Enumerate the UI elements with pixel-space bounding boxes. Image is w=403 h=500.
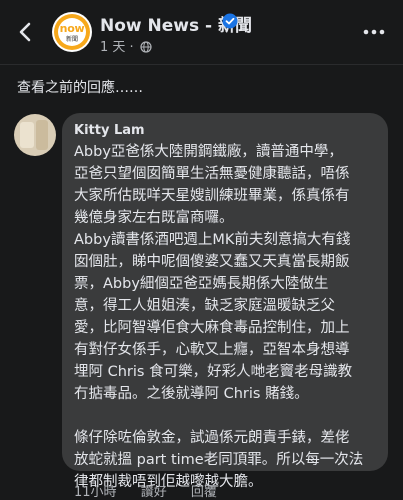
page-logo[interactable]: now 新聞 <box>52 12 92 52</box>
comment-bubble: Kitty Lam Abby亞爸係大陸開鋼鐵廠，讀普通中學， 亞爸只望個囡簡單生… <box>62 113 388 490</box>
comment-time: 11小時 <box>74 485 117 500</box>
comment-body: Abby亞爸係大陸開鋼鐵廠，讀普通中學， 亞爸只望個囡簡單生活無憂健康聽話，唔係… <box>74 141 378 493</box>
post-header: now 新聞 Now News - 新聞 1 天 · <box>0 0 403 64</box>
comment-paragraph: Abby讀書係酒吧週上MK前夫刻意搞大有錢 囡個肚，睇中呢個傻婆又蠢又天真當長期… <box>74 232 353 402</box>
reply-button[interactable]: 回覆 <box>191 485 217 500</box>
view-previous-comments-link[interactable]: 查看之前的回應…… <box>17 77 143 97</box>
post-time: 1 天 · <box>100 40 134 55</box>
verified-badge-icon <box>222 13 238 29</box>
comment-actions: 11小時 讚好 回覆 <box>74 481 237 500</box>
avatar[interactable] <box>14 114 56 156</box>
chevron-left-icon[interactable] <box>14 20 38 44</box>
header-divider <box>0 64 403 65</box>
post-meta: 1 天 · <box>100 36 152 55</box>
globe-icon <box>140 41 152 53</box>
logo-subtext: 新聞 <box>65 36 78 43</box>
more-options-icon[interactable] <box>362 22 386 42</box>
comment-author[interactable]: Kitty Lam <box>74 123 145 138</box>
comment-paragraph: Abby亞爸係大陸開鋼鐵廠，讀普通中學， 亞爸只望個囡簡單生活無憂健康聽話，唔係… <box>74 144 350 226</box>
like-button[interactable]: 讚好 <box>141 485 167 500</box>
